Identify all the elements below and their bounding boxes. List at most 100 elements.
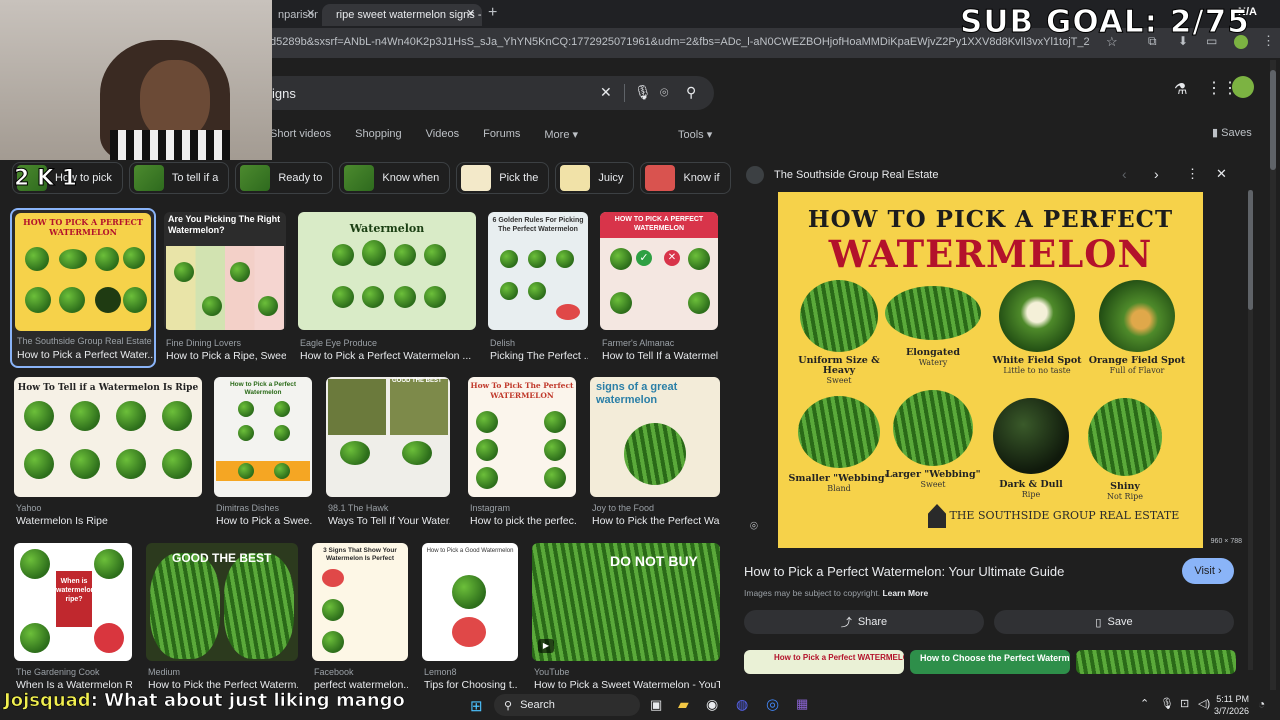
result-thumbnail: Watermelon (298, 212, 476, 330)
watermelon-image (476, 411, 498, 433)
browser-tab-active[interactable]: ripe sweet watermelon signs - G (322, 4, 482, 26)
more-options-icon[interactable]: ⋮ (1186, 166, 1199, 182)
microphone-icon[interactable]: 🎙 (634, 84, 652, 101)
clear-search-icon[interactable]: ✕ (600, 84, 612, 101)
house-logo-icon (928, 504, 946, 528)
labs-flask-icon[interactable]: ⚗ (1174, 80, 1187, 98)
stream-chat-message: Jojsquad: What about just liking mango (4, 690, 406, 712)
result-title[interactable]: Watermelon Is Ripe (16, 515, 202, 527)
notifications-icon[interactable]: ◔ (1258, 697, 1265, 711)
image-result[interactable]: GOOD THE BEST Medium How to Pick the Per… (146, 543, 298, 693)
search-box[interactable]: igns ✕ 🎙 ⌾ ⚲ (258, 76, 714, 110)
result-title[interactable]: How to Pick the Perfect Wa... (592, 515, 720, 527)
result-title[interactable]: How to Pick a Swee... (216, 515, 312, 527)
result-source: The Southside Group Real Estate (17, 336, 152, 346)
chip-juicy[interactable]: Juicy (555, 162, 635, 194)
page-scrollbar[interactable] (1270, 60, 1276, 690)
image-result[interactable]: How To Pick The Perfect WATERMELON Insta… (468, 377, 576, 529)
volume-icon[interactable]: ◁) (1198, 697, 1210, 710)
image-result[interactable]: HOW TO PICK A PERFECT WATERMELON ✓ ✕ Far… (600, 212, 718, 372)
watermelon-image (70, 401, 100, 431)
windows-start-icon[interactable]: ⊞ (470, 697, 483, 715)
preview-caption[interactable]: How to Pick a Perfect Watermelon: Your U… (744, 564, 1064, 579)
tray-overflow-icon[interactable]: ⌃ (1140, 697, 1149, 710)
image-result[interactable]: Watermelon Eagle Eye Produce How to Pick… (298, 212, 476, 372)
panel-scrollbar[interactable] (1248, 190, 1253, 670)
save-button[interactable]: ▯ Save (994, 610, 1234, 634)
lens-search-icon[interactable]: ⌾ (750, 518, 758, 534)
close-preview-icon[interactable]: ✕ (1216, 166, 1227, 182)
result-title[interactable]: Ways To Tell If Your Water... (328, 515, 450, 527)
streamer-face (140, 60, 210, 140)
filter-forums[interactable]: Forums (483, 128, 520, 141)
system-clock[interactable]: 5:11 PM 3/7/2026 (1214, 693, 1249, 717)
watermelon-image (800, 280, 878, 352)
lens-camera-icon[interactable]: ⌾ (660, 84, 668, 101)
previous-icon[interactable]: ‹ (1122, 166, 1127, 182)
close-tab-icon[interactable]: ✕ (466, 7, 475, 20)
item-label: Orange Field Spot (1088, 355, 1186, 366)
image-result[interactable]: How To Tell if a Watermelon Is Ripe Yaho… (14, 377, 202, 529)
related-image[interactable] (1076, 650, 1236, 674)
result-title[interactable]: How to Tell If a Watermel... (602, 350, 718, 362)
share-button[interactable]: ⤴ Share (744, 610, 984, 634)
result-title[interactable]: Picking The Perfect ... (490, 350, 588, 362)
discord-icon[interactable]: ◍ (736, 696, 748, 713)
chip-ready-to[interactable]: Ready to (235, 162, 334, 194)
filter-shopping[interactable]: Shopping (355, 128, 402, 141)
preview-image[interactable]: HOW TO PICK A PERFECT WATERMELON Uniform… (778, 192, 1203, 548)
result-thumbnail: HOW TO PICK A PERFECT WATERMELON (15, 213, 151, 331)
image-result[interactable]: How to Pick a Good Watermelon Lemon8 Tip… (422, 543, 518, 693)
chrome-icon[interactable]: ◎ (766, 695, 779, 713)
taskbar-search[interactable]: ⚲ Search (494, 694, 640, 716)
result-title[interactable]: How to pick the perfec... (470, 515, 576, 527)
file-explorer-icon[interactable]: ▰ (678, 696, 689, 713)
image-result[interactable]: Are You Picking The Right Watermelon? Fi… (164, 212, 286, 372)
tools-button[interactable]: Tools ▾ (678, 128, 712, 141)
filter-videos[interactable]: Videos (426, 128, 459, 141)
item-sub: Watery (918, 358, 948, 367)
image-result[interactable]: signs of a great watermelon Joy to the F… (590, 377, 720, 529)
close-tab-icon[interactable]: ✕ (306, 7, 315, 20)
image-result[interactable]: 6 Golden Rules For Picking The Perfect W… (488, 212, 588, 372)
search-input[interactable]: igns (272, 86, 296, 101)
saves-button[interactable]: ▮ Saves (1212, 126, 1252, 139)
filter-more[interactable]: More ▾ (544, 128, 578, 141)
chip-to-tell-if[interactable]: To tell if a (128, 162, 230, 194)
image-result-selected[interactable]: HOW TO PICK A PERFECT WATERMELON The Sou… (10, 208, 156, 368)
menu-kebab-icon[interactable]: ⋮ (1262, 33, 1275, 49)
result-title[interactable]: How to Pick a Perfect Watermelon ... (300, 350, 476, 362)
account-avatar[interactable] (1232, 76, 1254, 98)
filter-short-videos[interactable]: Short videos (270, 128, 331, 141)
chip-know-if[interactable]: Know if (640, 162, 731, 194)
image-result[interactable]: DO NOT BUY ▶ YouTube How to Pick a Sweet… (532, 543, 720, 693)
result-title[interactable]: How to Pick a Perfect Water... (17, 349, 153, 361)
new-tab-icon[interactable]: + (488, 4, 497, 22)
app-grid-icon[interactable]: ▦ (796, 696, 808, 712)
scrollbar-thumb[interactable] (1270, 70, 1276, 170)
watermelon-image (95, 247, 119, 271)
next-icon[interactable]: › (1154, 166, 1159, 182)
related-image[interactable]: How to Pick a Perfect WATERMELON (744, 650, 904, 674)
task-view-icon[interactable]: ▣ (650, 697, 662, 713)
microphone-icon[interactable]: 🎙 (1160, 697, 1174, 710)
chip-pick-the[interactable]: Pick the (456, 162, 550, 194)
learn-more-link[interactable]: Learn More (882, 588, 928, 598)
result-title[interactable]: How to Pick a Ripe, Swee... (166, 350, 286, 362)
visit-button[interactable]: Visit › (1182, 558, 1234, 584)
related-image[interactable]: How to Choose the Perfect Watermelon Eve… (910, 650, 1070, 674)
image-result[interactable]: How to Pick a Perfect Watermelon Dimitra… (214, 377, 312, 529)
search-icon[interactable]: ⚲ (686, 84, 696, 101)
thumbnail-text: 6 Golden Rules For Picking The Perfect W… (492, 217, 584, 233)
scrollbar-thumb[interactable] (1248, 190, 1253, 310)
image-result[interactable]: When is watermelon ripe? The Gardening C… (14, 543, 132, 693)
image-result[interactable]: GOOD THE BEST 98.1 The Hawk Ways To Tell… (326, 377, 450, 529)
watermelon-image (993, 398, 1069, 474)
image-result[interactable]: 3 Signs That Show Your Watermelon Is Per… (312, 543, 408, 693)
watermelon-image (476, 467, 498, 489)
network-icon[interactable]: ⊡ (1180, 697, 1189, 710)
preview-source[interactable]: The Southside Group Real Estate (774, 169, 938, 181)
chip-know-when[interactable]: Know when (339, 162, 451, 194)
watermelon-image (202, 296, 222, 316)
github-icon[interactable]: ◉ (706, 696, 718, 713)
